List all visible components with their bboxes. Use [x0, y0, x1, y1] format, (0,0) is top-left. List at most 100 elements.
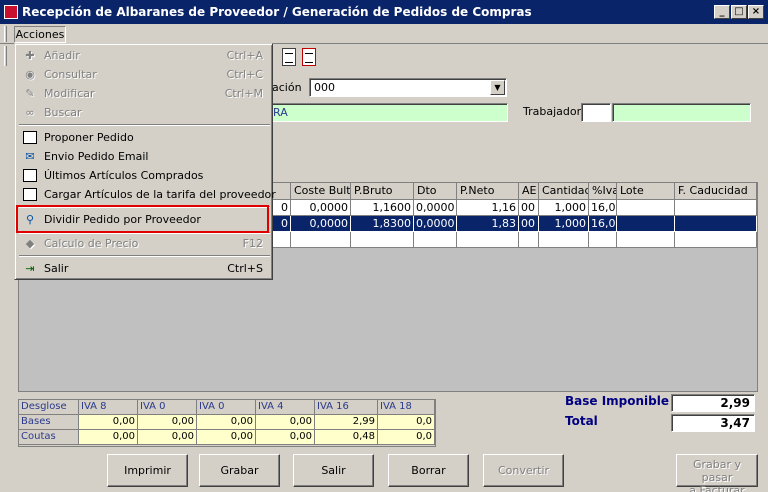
menu-item-label: Cargar Artículos de la tarifa del provee… — [44, 188, 276, 201]
vat-header: Desglose — [19, 400, 79, 415]
highlight-box — [16, 205, 269, 233]
total-label: Total — [565, 414, 598, 428]
grid-cell[interactable] — [351, 232, 414, 248]
menu-item-label: Calculo de Precio — [44, 237, 139, 250]
grid-cell[interactable]: 00 — [519, 200, 539, 216]
vat-breakdown-table: Desglose IVA 8 IVA 0 IVA 0 IVA 4 IVA 16 … — [18, 399, 436, 447]
binoculars-icon: ∞ — [25, 106, 35, 119]
email-icon: ✉ — [25, 150, 35, 163]
vat-base-value: 0,00 — [138, 415, 197, 430]
calculator-icon: ◆ — [25, 237, 35, 250]
grid-cell[interactable]: 0,0000 — [291, 200, 351, 216]
grid-cell[interactable] — [291, 232, 351, 248]
menu-acciones[interactable]: Acciones — [14, 26, 66, 43]
grid-cell[interactable] — [617, 200, 675, 216]
grid-cell[interactable]: 1,16 — [457, 200, 519, 216]
menubar-grip — [4, 26, 7, 42]
col-header[interactable]: Coste Bulto — [291, 183, 351, 200]
col-header[interactable]: Dto — [414, 183, 457, 200]
toolbar-grip — [4, 46, 7, 66]
col-header[interactable]: P.Bruto — [351, 183, 414, 200]
grid-cell[interactable]: 16,0 — [589, 200, 617, 216]
col-header[interactable]: P.Neto — [457, 183, 519, 200]
grid-cell[interactable] — [414, 232, 457, 248]
col-header[interactable]: Cantidad — [539, 183, 589, 200]
vat-header: IVA 0 — [197, 400, 256, 415]
grid-cell[interactable]: 16,0 — [589, 216, 617, 232]
trabajador-label: Trabajador — [523, 105, 582, 118]
menu-item-shortcut: Ctrl+S — [227, 262, 263, 275]
trabajador-name-field[interactable] — [612, 103, 751, 122]
menu-item-modificar[interactable]: ✎ Modificar Ctrl+M — [18, 84, 271, 103]
add-icon: ✚ — [25, 49, 35, 62]
menu-item-shortcut: Ctrl+A — [226, 49, 263, 62]
menu-item-proponer-pedido[interactable]: Proponer Pedido — [18, 128, 271, 147]
menu-item-ultimos-articulos[interactable]: Últimos Artículos Comprados — [18, 166, 271, 185]
grid-cell[interactable]: 1,8300 — [351, 216, 414, 232]
menu-item-shortcut: Ctrl+M — [224, 87, 263, 100]
close-button[interactable]: × — [748, 5, 764, 19]
col-header[interactable]: F. Caducidad — [675, 183, 757, 200]
grid-cell[interactable]: 00 — [519, 216, 539, 232]
grid-cell[interactable] — [617, 216, 675, 232]
grid-cell[interactable]: 0,0000 — [414, 216, 457, 232]
salir-button[interactable]: Salir — [293, 454, 374, 487]
vat-base-value: 0,0 — [378, 415, 435, 430]
proveedor-name-field[interactable]: RA — [266, 103, 508, 122]
menu-item-label: Envio Pedido Email — [44, 150, 149, 163]
grid-cell[interactable] — [519, 232, 539, 248]
grid-cell[interactable] — [675, 200, 757, 216]
menu-bar: Acciones — [0, 24, 768, 44]
grid-cell[interactable]: 1,1600 — [351, 200, 414, 216]
toolbar-document-red-icon[interactable] — [302, 48, 316, 66]
col-header[interactable]: %Iva — [589, 183, 617, 200]
serie-combo[interactable]: 000 ▼ — [309, 78, 507, 97]
menu-item-shortcut: Ctrl+C — [226, 68, 263, 81]
grabar-button[interactable]: Grabar — [199, 454, 280, 487]
grid-cell[interactable] — [675, 216, 757, 232]
toolbar-document-icon[interactable] — [282, 48, 296, 66]
vat-quota-value: 0,00 — [79, 430, 138, 445]
vat-base-value: 0,00 — [197, 415, 256, 430]
window-title-bar[interactable]: Recepción de Albaranes de Proveedor / Ge… — [0, 0, 768, 24]
grid-cell[interactable] — [539, 232, 589, 248]
grid-cell[interactable] — [675, 232, 757, 248]
convertir-button[interactable]: Convertir — [483, 454, 564, 487]
grid-cell[interactable] — [617, 232, 675, 248]
trabajador-code-field[interactable] — [581, 103, 611, 122]
eye-icon: ◉ — [25, 68, 35, 81]
grid-cell[interactable] — [457, 232, 519, 248]
grabar-facturar-line1: Grabar y pasar — [692, 458, 742, 484]
document-icon — [23, 131, 37, 144]
grid-cell[interactable]: 1,83 — [457, 216, 519, 232]
col-header[interactable]: Lote — [617, 183, 675, 200]
menu-item-consultar[interactable]: ◉ Consultar Ctrl+C — [18, 65, 271, 84]
grid-cell[interactable]: 0,0000 — [291, 216, 351, 232]
grid-cell[interactable]: 1,000 — [539, 200, 589, 216]
menu-item-cargar-articulos[interactable]: Cargar Artículos de la tarifa del provee… — [18, 185, 276, 204]
menu-item-label: Consultar — [44, 68, 97, 81]
menu-item-buscar[interactable]: ∞ Buscar — [18, 103, 271, 122]
grid-cell[interactable]: 0,0000 — [414, 200, 457, 216]
base-imponible-label: Base Imponible — [565, 394, 670, 408]
imprimir-button[interactable]: Imprimir — [107, 454, 188, 487]
maximize-button[interactable]: □ — [731, 5, 747, 19]
menu-item-calculo-precio[interactable]: ◆ Calculo de Precio F12 — [18, 234, 271, 253]
chevron-down-icon[interactable]: ▼ — [490, 80, 505, 95]
menu-item-anadir[interactable]: ✚ Añadir Ctrl+A — [18, 46, 271, 65]
borrar-button[interactable]: Borrar — [388, 454, 469, 487]
col-header[interactable]: AE — [519, 183, 539, 200]
menu-item-label: Proponer Pedido — [44, 131, 134, 144]
grid-cell[interactable]: 1,000 — [539, 216, 589, 232]
vat-header: IVA 4 — [256, 400, 315, 415]
base-imponible-value: 2,99 — [671, 394, 755, 412]
menu-item-envio-email[interactable]: ✉ Envio Pedido Email — [18, 147, 271, 166]
app-icon — [4, 5, 18, 19]
grid-cell[interactable] — [589, 232, 617, 248]
menu-item-salir[interactable]: ⇥ Salir Ctrl+S — [18, 259, 271, 278]
vat-quota-value: 0,00 — [138, 430, 197, 445]
vat-header: IVA 16 — [315, 400, 378, 415]
minimize-button[interactable]: _ — [714, 5, 730, 19]
menu-item-shortcut: F12 — [242, 237, 263, 250]
grabar-facturar-button[interactable]: Grabar y pasar a Facturar — [676, 454, 758, 492]
